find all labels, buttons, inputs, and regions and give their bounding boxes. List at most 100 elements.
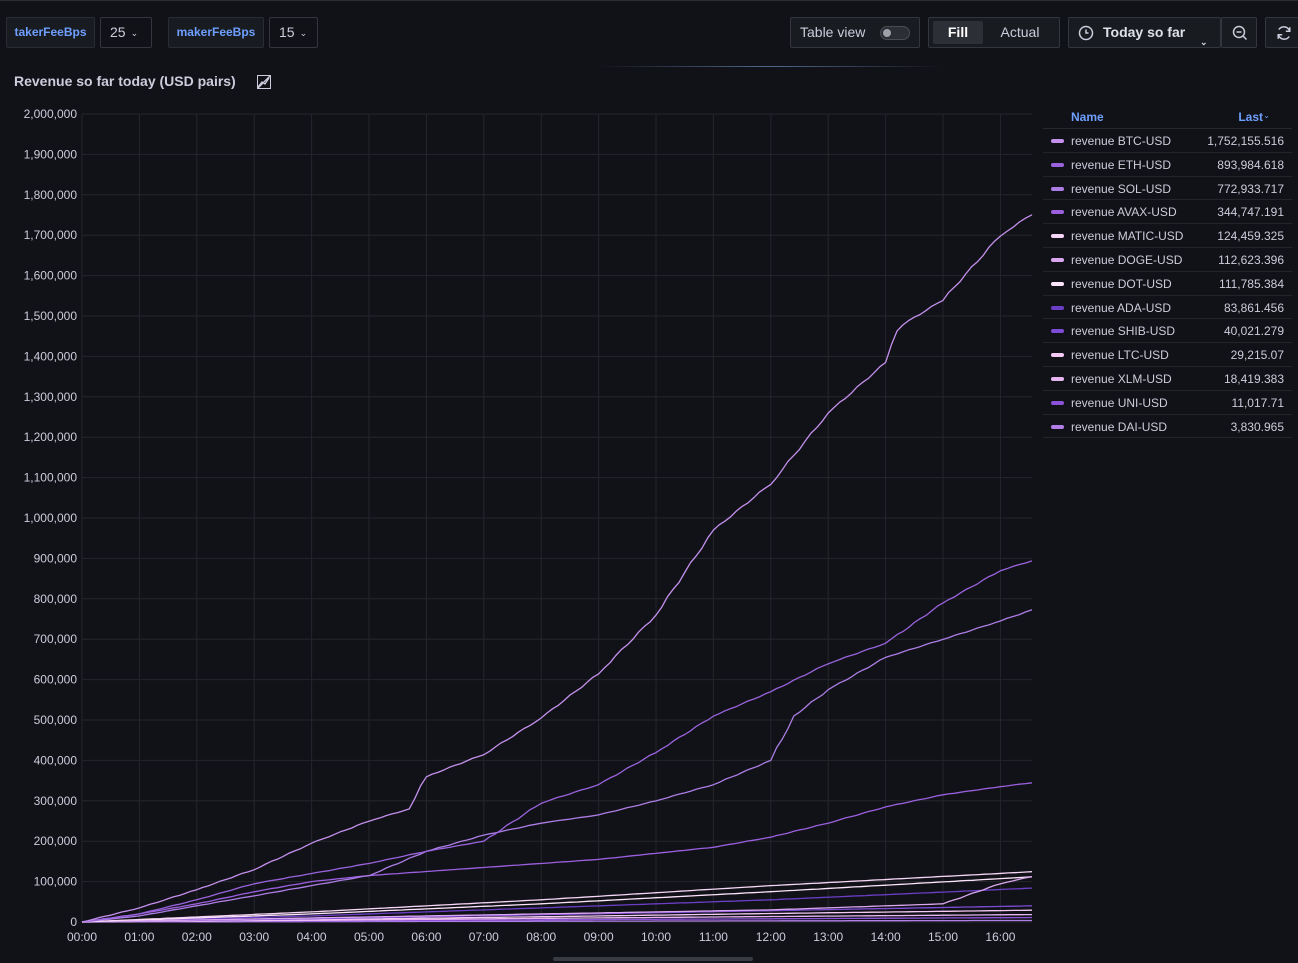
series-color-swatch[interactable] [1051,400,1064,405]
x-tick-label: 03:00 [239,930,269,944]
legend-row[interactable]: revenue UNI-USD 11,017.71 [1043,391,1292,415]
chevron-down-icon: ⌄ [1200,37,1208,47]
y-tick-label: 1,900,000 [24,147,78,161]
series-color-swatch[interactable] [1051,424,1064,429]
x-tick-label: 15:00 [928,930,958,944]
x-tick-label: 13:00 [813,930,843,944]
refresh-icon [1277,26,1291,40]
var-select-makerfeebps[interactable]: 15 ⌄ [269,17,318,48]
legend-series-last-value: 124,459.325 [1217,229,1284,244]
y-tick-label: 1,600,000 [24,269,78,283]
y-tick-label: 700,000 [34,632,78,646]
series-color-swatch[interactable] [1051,186,1064,191]
legend-row[interactable]: revenue ETH-USD 893,984.618 [1043,153,1292,177]
y-tick-label: 1,400,000 [24,349,78,363]
legend-series-name: revenue AVAX-USD [1071,205,1177,220]
x-tick-label: 08:00 [526,930,556,944]
legend-series-name: revenue LTC-USD [1071,348,1169,363]
legend-row[interactable]: revenue ADA-USD 83,861.456 [1043,296,1292,320]
clock-icon [1078,25,1094,41]
legend-row[interactable]: revenue SHIB-USD 40,021.279 [1043,319,1292,344]
top-divider [0,0,1298,1]
y-tick-label: 1,200,000 [24,430,78,444]
legend-row[interactable]: revenue LTC-USD 29,215.07 [1043,343,1292,367]
series-color-swatch[interactable] [1051,353,1064,358]
var-select-takerfeebps[interactable]: 25 ⌄ [100,17,152,48]
legend-series-name: revenue SOL-USD [1071,181,1172,196]
legend-series-last-value: 18,419.383 [1223,371,1284,386]
series-color-swatch[interactable] [1051,210,1064,215]
revenue-chart[interactable]: 0 100,000 200,000 300,000 400,000 500,000 600,… [0,100,1040,950]
y-tick-label: 300,000 [34,794,78,808]
legend-row[interactable]: revenue XLM-USD 18,419.383 [1043,367,1292,391]
chevron-down-icon: ⌄ [299,28,308,38]
x-tick-label: 10:00 [641,930,671,944]
y-tick-label: 1,300,000 [24,390,78,404]
legend-series-last-value: 112,623.396 [1218,252,1284,267]
legend-series-last-value: 83,861.456 [1223,300,1284,315]
legend-series-name: revenue MATIC-USD [1071,229,1184,244]
series-line [81,609,1033,923]
y-tick-label: 1,700,000 [24,228,78,242]
legend-series-last-value: 893,984.618 [1217,157,1284,172]
table-view-toggle[interactable]: Table view [790,17,920,48]
panel-header-hover-line [597,66,943,67]
series-color-swatch[interactable] [1051,329,1064,334]
legend-series-name: revenue DOGE-USD [1071,252,1183,267]
toggle-switch[interactable] [880,26,910,40]
time-range-picker[interactable]: Today so far ⌄ [1068,17,1221,48]
series-color-swatch[interactable] [1051,281,1064,286]
legend-row[interactable]: revenue SOL-USD 772,933.717 [1043,177,1292,201]
y-tick-label: 800,000 [34,592,78,606]
legend-row[interactable]: revenue DOGE-USD 112,623.396 [1043,248,1292,272]
legend-series-last-value: 772,933.717 [1217,181,1284,196]
series-color-swatch[interactable] [1051,162,1064,167]
legend-row[interactable]: revenue DAI-USD 3,830.965 [1043,415,1292,439]
y-tick-label: 1,000,000 [24,511,78,525]
x-tick-label: 05:00 [354,930,384,944]
y-tick-label: 100,000 [34,875,78,889]
legend-name-header[interactable]: Name [1071,110,1104,124]
y-tick-label: 600,000 [34,673,78,687]
y-tick-label: 1,500,000 [24,309,78,323]
legend-header: Name Last ⌄ [1043,106,1292,129]
legend-last-header[interactable]: Last [1238,110,1263,124]
series-color-swatch[interactable] [1051,234,1064,239]
zoom-out-button[interactable] [1221,17,1257,48]
x-tick-label: 06:00 [411,930,441,944]
tooltip-off-icon[interactable] [256,74,272,90]
x-tick-label: 00:00 [67,930,97,944]
legend-series-name: revenue DAI-USD [1071,419,1168,434]
refresh-button[interactable] [1265,17,1298,48]
chevron-down-icon: ⌄ [130,28,139,38]
series-color-swatch[interactable] [1051,139,1064,143]
series-line [81,560,1033,923]
fill-actual-segmented-control: Fill Actual [928,17,1060,48]
y-tick-label: 900,000 [34,551,78,565]
x-tick-label: 11:00 [699,930,728,944]
y-tick-label: 1,800,000 [24,188,78,202]
fill-button[interactable]: Fill [933,21,983,44]
legend-series-last-value: 11,017.71 [1231,395,1285,410]
legend-row[interactable]: revenue MATIC-USD 124,459.325 [1043,224,1292,248]
horizontal-scrollbar[interactable] [553,957,753,961]
y-tick-label: 200,000 [34,834,78,848]
series-color-swatch[interactable] [1051,376,1064,381]
legend-row[interactable]: revenue AVAX-USD 344,747.191 [1043,200,1292,225]
legend-row[interactable]: revenue BTC-USD 1,752,155.516 [1043,129,1292,153]
panel-title: Revenue so far today (USD pairs) [14,73,236,89]
legend-series-last-value: 344,747.191 [1217,205,1284,220]
table-view-label: Table view [800,24,866,40]
y-tick-label: 1,100,000 [24,471,78,485]
series-color-swatch[interactable] [1051,257,1064,262]
legend-series-name: revenue UNI-USD [1071,395,1168,410]
x-tick-label: 07:00 [469,930,499,944]
legend-rows: revenue BTC-USD 1,752,155.516 revenue ETH-… [1043,129,1292,439]
legend-series-name: revenue BTC-USD [1071,134,1172,148]
legend-row[interactable]: revenue DOT-USD 111,785.384 [1043,272,1292,296]
legend-series-name: revenue DOT-USD [1071,276,1172,291]
toggle-knob [883,29,891,37]
series-color-swatch[interactable] [1051,305,1064,310]
legend-series-last-value: 40,021.279 [1223,324,1284,339]
actual-button[interactable]: Actual [989,21,1051,44]
